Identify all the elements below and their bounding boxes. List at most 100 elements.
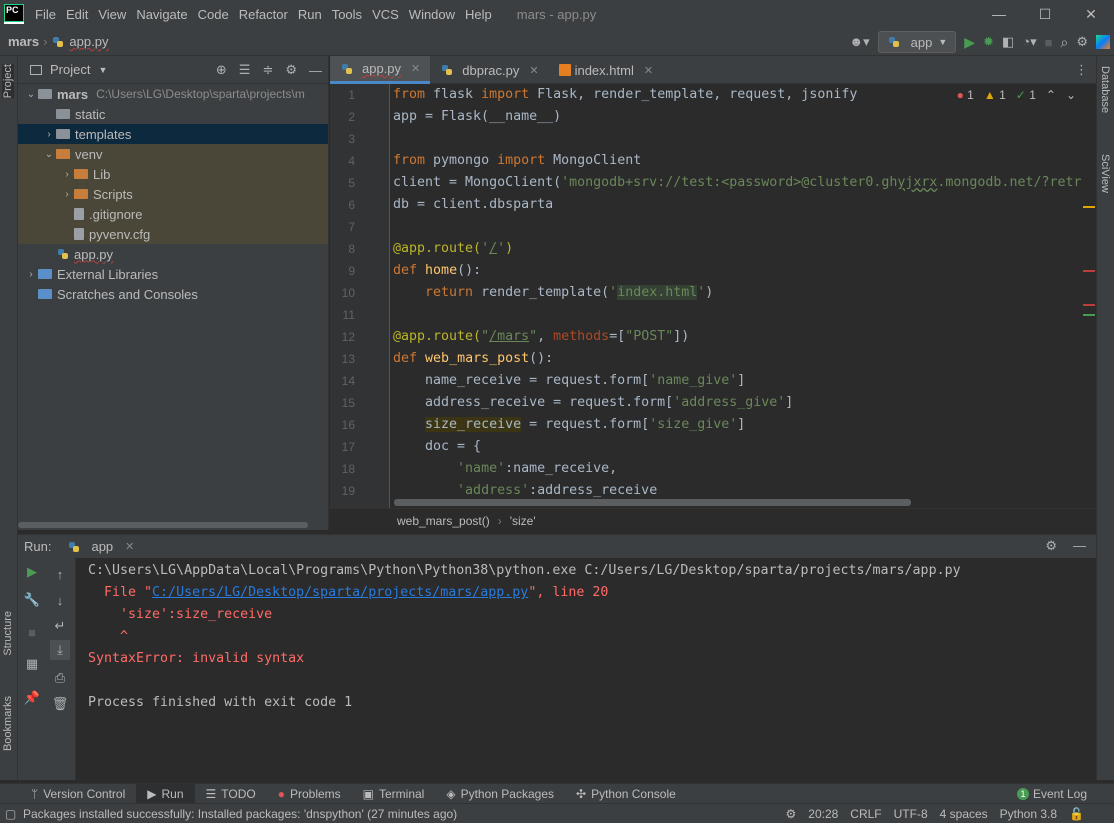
- vertical-scrollbar[interactable]: [1082, 84, 1096, 508]
- line-number[interactable]: 1: [330, 84, 389, 106]
- menu-code[interactable]: Code: [193, 7, 234, 22]
- line-number[interactable]: 7: [330, 216, 389, 238]
- stop-icon[interactable]: ■: [22, 622, 42, 642]
- error-count[interactable]: ● 1: [957, 88, 974, 102]
- line-number[interactable]: 2: [330, 106, 389, 128]
- project-tool-tab[interactable]: Project: [2, 64, 14, 99]
- line-separator[interactable]: CRLF: [850, 807, 881, 821]
- debug-icon[interactable]: ✹: [983, 34, 994, 50]
- tab-dbprac-py[interactable]: dbprac.py ✕: [430, 56, 548, 84]
- tool-tab-python-console[interactable]: ✣ Python Console: [565, 784, 687, 804]
- lock-icon[interactable]: 🔓: [1069, 807, 1084, 821]
- line-number[interactable]: 9: [330, 260, 389, 282]
- search-icon[interactable]: ⌕: [1061, 34, 1069, 51]
- line-number[interactable]: 19: [330, 480, 389, 502]
- line-number[interactable]: 4: [330, 150, 389, 172]
- tool-tab-python-packages[interactable]: ◈ Python Packages: [435, 784, 565, 804]
- line-number[interactable]: 10: [330, 282, 389, 304]
- breadcrumb-file[interactable]: app.py: [69, 34, 108, 49]
- tree-item-static[interactable]: static: [18, 104, 328, 124]
- collapse-all-icon[interactable]: ≑: [262, 62, 273, 78]
- sciview-tool-tab[interactable]: SciView: [1099, 154, 1111, 193]
- bookmarks-tool-tab[interactable]: Bookmarks: [2, 696, 14, 751]
- menu-window[interactable]: Window: [404, 7, 460, 22]
- menu-file[interactable]: File: [30, 7, 61, 22]
- tree-item-app-py[interactable]: app.py: [18, 244, 328, 264]
- line-number[interactable]: 8: [330, 238, 389, 260]
- line-number[interactable]: 13: [330, 348, 389, 370]
- run-tab-app[interactable]: app ✕: [67, 539, 134, 554]
- hide-icon[interactable]: —: [1073, 538, 1086, 554]
- tool-tab-terminal[interactable]: ▣ Terminal: [352, 784, 436, 804]
- settings-icon[interactable]: ⚙: [1076, 34, 1088, 50]
- menu-view[interactable]: View: [93, 7, 131, 22]
- database-tool-tab[interactable]: Database: [1099, 66, 1111, 113]
- event-log-button[interactable]: 1 Event Log: [1016, 784, 1087, 804]
- tree-item-pyvenv-cfg[interactable]: pyvenv.cfg: [18, 224, 328, 244]
- tree-item-templates[interactable]: › templates: [18, 124, 328, 144]
- horizontal-scrollbar[interactable]: [18, 522, 308, 528]
- close-button[interactable]: ✕: [1068, 0, 1114, 28]
- breadcrumb-project[interactable]: mars: [8, 34, 39, 49]
- code-editor[interactable]: 1 2 3 4 5 6 7 8 9 10 11 12 13 14 15 16 17 18 19 from flask…: [330, 84, 1096, 508]
- chevron-right-icon[interactable]: ›: [60, 189, 74, 200]
- tool-tab-version-control[interactable]: ᛘ Version Control: [20, 784, 136, 804]
- line-number[interactable]: 14: [330, 370, 389, 392]
- line-number[interactable]: 15: [330, 392, 389, 414]
- stop-icon[interactable]: ■: [1045, 35, 1053, 50]
- line-number[interactable]: 16: [330, 414, 389, 436]
- ok-count[interactable]: ✓ 1: [1016, 88, 1036, 102]
- wrench-icon[interactable]: 🔧: [22, 590, 42, 610]
- line-number[interactable]: 18: [330, 458, 389, 480]
- minimize-button[interactable]: —: [976, 0, 1022, 28]
- trash-icon[interactable]: 🗑: [50, 694, 70, 714]
- soft-wrap-icon[interactable]: ↵: [50, 616, 70, 636]
- line-number[interactable]: 11: [330, 304, 389, 326]
- project-panel-title[interactable]: Project: [50, 62, 90, 77]
- layout-icon[interactable]: ▦: [22, 654, 42, 674]
- tool-tab-problems[interactable]: ● Problems: [267, 784, 352, 804]
- arrow-up-icon[interactable]: ↑: [50, 564, 70, 584]
- tree-item-mars[interactable]: ⌄ mars C:\Users\LG\Desktop\sparta\projects…: [18, 84, 328, 104]
- profile-icon[interactable]: ◔▾: [1022, 34, 1036, 50]
- tree-item-scripts[interactable]: › Scripts: [18, 184, 328, 204]
- tree-item-lib[interactable]: › Lib: [18, 164, 328, 184]
- locate-icon[interactable]: ⊕: [216, 62, 227, 78]
- line-number[interactable]: 5: [330, 172, 389, 194]
- close-icon[interactable]: ✕: [644, 64, 653, 77]
- close-icon[interactable]: ✕: [529, 64, 538, 77]
- close-icon[interactable]: ✕: [411, 62, 420, 75]
- warning-count[interactable]: ▲ 1: [984, 88, 1006, 102]
- chevron-down-icon[interactable]: ⌄: [42, 149, 56, 160]
- menu-edit[interactable]: Edit: [61, 7, 93, 22]
- chevron-down-icon[interactable]: ⌄: [1066, 88, 1076, 102]
- line-number[interactable]: 17: [330, 436, 389, 458]
- chevron-down-icon[interactable]: ▼: [98, 65, 107, 75]
- print-icon[interactable]: ⎙: [50, 668, 70, 688]
- tree-item-venv[interactable]: ⌄ venv: [18, 144, 328, 164]
- tab-app-py[interactable]: app.py ✕: [330, 56, 431, 84]
- line-number[interactable]: 6: [330, 194, 389, 216]
- chevron-right-icon[interactable]: ›: [24, 269, 38, 280]
- arrow-down-icon[interactable]: ↓: [50, 590, 70, 610]
- tab-index-html[interactable]: index.html ✕: [549, 56, 663, 84]
- chevron-right-icon[interactable]: ›: [42, 129, 56, 140]
- line-number[interactable]: 12: [330, 326, 389, 348]
- run-icon[interactable]: ▶: [964, 34, 975, 51]
- menu-tools[interactable]: Tools: [327, 7, 367, 22]
- menu-navigate[interactable]: Navigate: [131, 7, 192, 22]
- breadcrumb-function[interactable]: web_mars_post(): [397, 514, 490, 528]
- maximize-button[interactable]: ☐: [1022, 0, 1068, 28]
- menu-refactor[interactable]: Refactor: [234, 7, 293, 22]
- status-message[interactable]: Packages installed successfully: Install…: [23, 807, 457, 821]
- tree-item-gitignore[interactable]: .gitignore: [18, 204, 328, 224]
- more-icon[interactable]: ⋮: [1075, 62, 1088, 78]
- python-interpreter[interactable]: Python 3.8: [1000, 807, 1057, 821]
- indent-setting[interactable]: 4 spaces: [940, 807, 988, 821]
- jetbrains-icon[interactable]: [1096, 35, 1110, 49]
- code-area[interactable]: from flask import Flask, render_template…: [393, 84, 1082, 502]
- file-link[interactable]: C:/Users/LG/Desktop/sparta/projects/mars…: [152, 585, 528, 600]
- gear-icon[interactable]: ⚙: [285, 62, 297, 78]
- menu-vcs[interactable]: VCS: [367, 7, 404, 22]
- tool-tab-run[interactable]: ▶ Run: [136, 783, 195, 804]
